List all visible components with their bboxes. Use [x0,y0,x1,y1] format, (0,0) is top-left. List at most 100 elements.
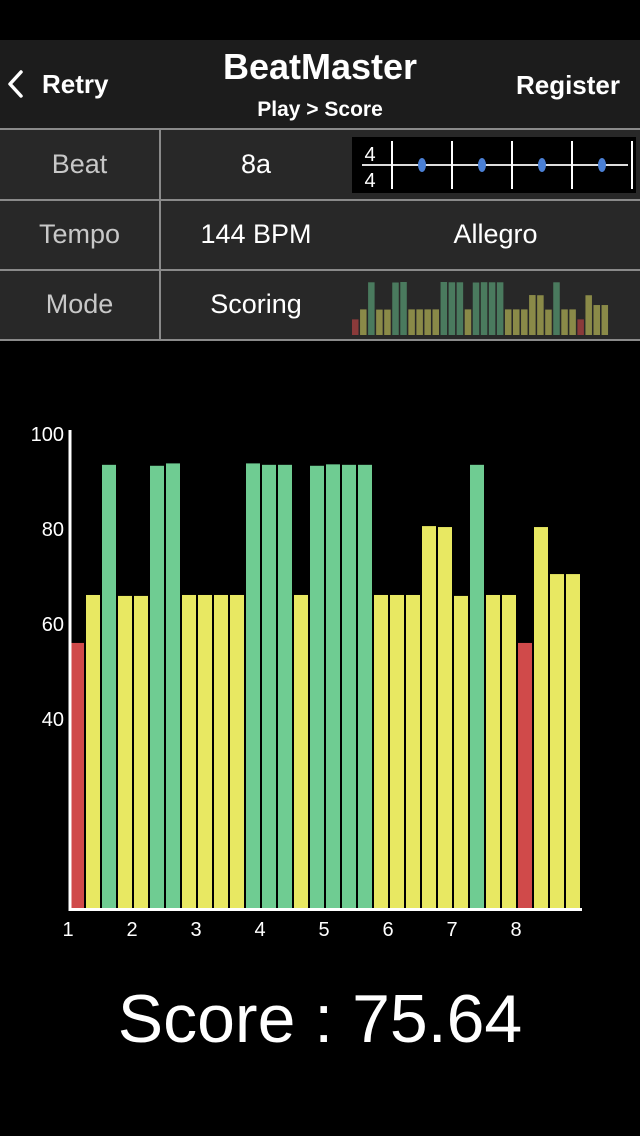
mini-score-bar [488,282,496,335]
mini-score-bar [561,309,568,335]
beat-label: Beat [0,130,161,199]
beat-value: 8a [240,149,272,179]
mini-score-bar [585,295,592,335]
y-tick-label: 60 [42,614,64,636]
score-bar [470,464,484,908]
mini-score-bar [408,309,415,335]
tempo-name: Allegro [453,219,538,249]
beat-note [418,158,426,172]
x-tick-label: 2 [126,919,137,941]
beat-row: Beat 8a 4 4 [0,130,640,201]
score-bar [422,526,436,908]
breadcrumb: Play > Score [257,98,383,121]
score-bar [230,594,244,908]
mini-score-bar [440,282,448,335]
mode-row: Mode Scoring [0,270,640,341]
mini-score-bar [432,309,439,335]
score-bar [134,595,148,908]
time-signature-top: 4 [364,144,375,166]
mini-score-bar [448,282,456,335]
mini-score-chart [352,282,609,335]
beat-note [598,158,606,172]
score-chart: 40 60 80 100 1 2 3 4 5 6 7 8 [31,424,582,941]
score-bar [278,464,292,908]
score-bar [246,463,260,908]
mini-score-bar [424,309,431,335]
score-bar [102,464,116,908]
mini-score-bar [456,282,464,335]
score-bar [566,574,580,908]
mini-score-bar [376,309,383,335]
score-bar [262,464,276,908]
x-tick-label: 3 [190,919,201,941]
score-bar [342,464,356,908]
x-tick-label: 7 [446,919,457,941]
time-signature-bottom: 4 [364,170,375,192]
mini-score-bar [593,305,600,335]
register-button[interactable]: Register [516,70,620,101]
y-tick-label: 100 [31,424,64,446]
mini-score-bar [416,309,423,335]
score-bar [550,574,564,908]
score-text: Score : 75.64 [117,981,523,1057]
mini-score-bar [384,309,391,335]
x-tick-label: 6 [382,919,393,941]
score-bar [502,594,516,908]
score-bar [534,527,548,908]
score-bar [374,594,388,908]
mini-score-bar [400,282,407,335]
score-bar [294,594,308,908]
x-tick-label: 8 [510,919,521,941]
score-bar [118,595,132,908]
beat-note [538,158,546,172]
status-bar [0,0,640,40]
mini-score-bar [577,319,584,335]
mode-label: Mode [0,270,161,339]
score-bar [214,594,228,908]
score-bar [454,595,468,908]
mini-score-bar [529,295,536,335]
beat-staff: 4 4 [352,137,636,193]
mini-score-bar [352,319,359,335]
y-tick-label: 80 [42,519,64,541]
score-bar [310,465,324,908]
score-bar [326,464,340,908]
score-bar [150,465,164,908]
score-bar [182,594,196,908]
mini-score-bar [504,309,512,335]
mini-score-bar [545,309,552,335]
mini-score-bar [480,282,488,335]
mini-score-bar [368,282,375,335]
score-bar [358,464,372,908]
y-tick-label: 40 [42,709,64,731]
score-bar [70,642,84,908]
tempo-row: Tempo 144 BPM Allegro [0,200,640,271]
mini-score-bar [360,309,367,335]
mini-score-bar [392,282,399,335]
mini-score-bar [553,282,560,335]
settings-table: Beat 8a 4 4 Tempo 144 BPM Allegro Mode S… [0,128,640,341]
score-bar [390,594,404,908]
score-bar [518,642,532,908]
beat-note [478,158,486,172]
score-bar [486,594,500,908]
navigation-bar: Retry BeatMaster Play > Score Register [0,40,640,128]
x-tick-label: 4 [254,919,265,941]
score-bar [406,594,420,908]
mini-score-bar [601,305,609,335]
mini-score-bar [464,309,472,335]
x-tick-label: 5 [318,919,329,941]
score-bar [166,463,180,908]
x-tick-label: 1 [62,919,73,941]
mini-score-bar [537,295,544,335]
mini-score-bar [496,282,504,335]
mini-score-bar [513,309,520,335]
score-bar [86,594,100,908]
mini-score-bar [521,309,528,335]
mode-value: Scoring [210,289,302,319]
score-bar [438,527,452,908]
tempo-label: Tempo [0,200,161,269]
mini-score-bar [569,309,576,335]
score-bar [198,594,212,908]
tempo-value: 144 BPM [200,219,312,249]
